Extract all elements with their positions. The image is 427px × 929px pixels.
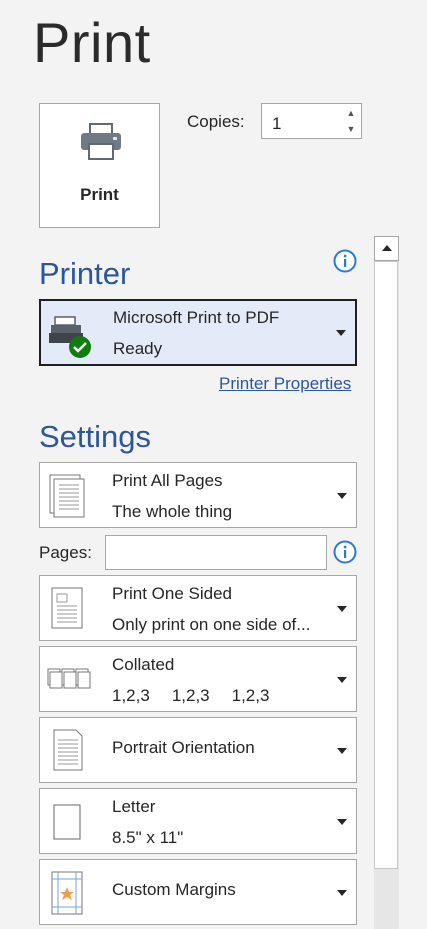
collation-sequence: 1,2,3 (171, 686, 210, 705)
chevron-down-icon (337, 677, 347, 683)
print-range-select[interactable]: Print All Pages The whole thing (39, 462, 357, 528)
margins-select[interactable]: Custom Margins (39, 859, 357, 925)
collation-description: 1,2,3 1,2,3 1,2,3 (112, 686, 291, 706)
printer-status: Ready (113, 339, 163, 358)
all-pages-icon (49, 474, 85, 518)
print-button-label: Print (80, 185, 119, 204)
print-range-description: The whole thing (112, 502, 233, 521)
printer-select[interactable]: Microsoft Print to PDF Ready (39, 299, 357, 366)
one-sided-icon (51, 587, 83, 629)
info-icon[interactable] (333, 249, 357, 273)
blank-page-icon (53, 804, 81, 840)
custom-margins-icon (51, 871, 83, 915)
sides-label: Print One Sided (112, 584, 233, 603)
collated-icon (47, 668, 91, 689)
portrait-page-icon (53, 729, 83, 771)
sides-description: Only print on one side of... (112, 615, 311, 634)
chevron-down-icon (336, 330, 346, 336)
chevron-down-icon (337, 493, 347, 499)
collation-select[interactable]: Collated 1,2,3 1,2,3 1,2,3 (39, 646, 357, 712)
info-icon[interactable] (333, 540, 357, 564)
chevron-down-icon (337, 606, 347, 612)
orientation-select[interactable]: Portrait Orientation (39, 717, 357, 783)
chevron-down-icon (337, 819, 347, 825)
printer-icon (81, 123, 121, 160)
scrollbar-thumb[interactable] (374, 261, 398, 869)
settings-section-title: Settings (39, 419, 152, 454)
sides-select[interactable]: Print One Sided Only print on one side o… (39, 575, 357, 641)
pages-input[interactable] (105, 535, 327, 570)
printer-ready-icon (49, 316, 91, 358)
collation-sequence: 1,2,3 (112, 686, 150, 705)
collation-sequence: 1,2,3 (231, 686, 270, 705)
scroll-up-icon[interactable] (374, 236, 399, 261)
orientation-label: Portrait Orientation (112, 738, 255, 757)
pages-label: Pages: (39, 543, 92, 562)
paper-size-dimensions: 8.5" x 11" (112, 828, 184, 847)
increment-icon[interactable]: ▲ (344, 106, 358, 120)
print-button[interactable]: Print (39, 103, 160, 228)
chevron-down-icon (337, 748, 347, 754)
copies-spinner[interactable]: 1 ▲ ▼ (261, 103, 362, 139)
print-range-label: Print All Pages (112, 471, 223, 490)
printer-properties-link[interactable]: Printer Properties (219, 374, 351, 394)
printer-name: Microsoft Print to PDF (113, 308, 280, 327)
chevron-down-icon (337, 890, 347, 896)
decrement-icon[interactable]: ▼ (344, 122, 358, 136)
page-title: Print (33, 11, 151, 74)
copies-label: Copies: (187, 112, 245, 131)
margins-label: Custom Margins (112, 880, 236, 899)
printer-section-title: Printer (39, 256, 131, 291)
paper-size-select[interactable]: Letter 8.5" x 11" (39, 788, 357, 854)
copies-value[interactable]: 1 (272, 114, 281, 134)
paper-size-label: Letter (112, 797, 156, 816)
collation-label: Collated (112, 655, 175, 674)
